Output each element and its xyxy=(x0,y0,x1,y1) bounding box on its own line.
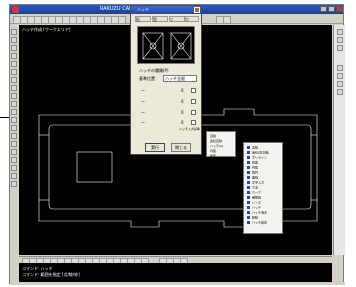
menu-item[interactable]: 矩形 xyxy=(210,154,216,158)
row-value[interactable]: 0 xyxy=(181,110,184,115)
panel-tool-icon[interactable] xyxy=(337,65,343,71)
minimize-button[interactable] xyxy=(320,6,327,12)
menu-item[interactable]: 直線 xyxy=(210,134,216,138)
panel-tool-icon[interactable] xyxy=(337,73,343,79)
hatch-icon[interactable] xyxy=(11,85,17,91)
extend-icon[interactable] xyxy=(11,117,17,123)
submenu-item[interactable]: レンズ xyxy=(247,201,283,205)
row-value[interactable]: 0 xyxy=(181,88,184,93)
panel-tool-icon[interactable] xyxy=(337,89,343,95)
copy-icon[interactable] xyxy=(11,133,17,139)
erase-icon[interactable] xyxy=(11,165,17,171)
submenu-item[interactable]: 連続(直交無) xyxy=(247,151,283,155)
line-button[interactable] xyxy=(118,16,126,24)
extra-option[interactable]: ハッチ入力基準 xyxy=(179,127,200,131)
dialog-title: ハッチ xyxy=(131,6,201,14)
right-panel xyxy=(333,25,345,255)
panel-tool-icon[interactable] xyxy=(337,81,343,87)
submenu-item[interactable]: ハッチ xyxy=(247,206,283,210)
rect-icon[interactable] xyxy=(11,61,17,67)
help-button[interactable] xyxy=(223,16,231,24)
tab-shape[interactable]: 形 xyxy=(135,16,151,22)
row-label: ー xyxy=(141,88,145,93)
submenu: 直線 連続(直交無) ポリライン 四角 円弧 楕円 曲線 文字入力 寸法 カーブ… xyxy=(243,142,283,234)
layer-icon[interactable] xyxy=(11,181,17,187)
submenu-item[interactable]: ハッチ消去 xyxy=(247,211,283,215)
trim-icon[interactable] xyxy=(11,109,17,115)
dialog-close-button[interactable] xyxy=(194,7,200,13)
submenu-item[interactable]: 四角 xyxy=(247,161,283,165)
row-value[interactable]: 0 xyxy=(181,120,184,125)
row-checkbox[interactable] xyxy=(191,110,196,115)
circle-icon[interactable] xyxy=(11,45,17,51)
row-value[interactable]: 0 xyxy=(181,99,184,104)
maximize-button[interactable] xyxy=(328,6,335,12)
submenu-item[interactable]: カーブ xyxy=(247,191,283,195)
submenu-item[interactable]: 曲線 xyxy=(247,176,283,180)
submenu-item[interactable]: 楕円 xyxy=(247,171,283,175)
rotate-icon[interactable] xyxy=(11,141,17,147)
window-title: RAKUZU CAD xyxy=(100,6,133,12)
type-select[interactable]: ハッチ全般 xyxy=(163,75,197,82)
submenu-item[interactable]: 円弧 xyxy=(247,166,283,170)
menu-item[interactable]: 連続直線 xyxy=(210,139,222,143)
status-bar xyxy=(10,282,345,285)
ok-button[interactable]: 実行 xyxy=(145,143,165,152)
fillet-icon[interactable] xyxy=(11,93,17,99)
arc-icon[interactable] xyxy=(11,53,17,59)
cutout-rect xyxy=(76,151,113,183)
line-icon[interactable] xyxy=(11,37,17,43)
close-button[interactable] xyxy=(336,6,343,12)
dimension-icon[interactable] xyxy=(11,77,17,83)
command-area[interactable]: コマンド: ハッチ コマンド: 範囲を指定 [点/線/枠] xyxy=(19,263,332,282)
move-icon[interactable] xyxy=(11,125,17,131)
app-logo-icon xyxy=(12,6,19,13)
row-label: ー xyxy=(141,99,145,104)
text-icon[interactable] xyxy=(11,69,17,75)
context-menu: 直線 連続直線 ハッチ(A) 円弧 矩形 xyxy=(206,131,236,158)
submenu-item[interactable]: 寸法 xyxy=(247,186,283,190)
mirror-icon[interactable] xyxy=(11,149,17,155)
submenu-item[interactable]: 直線 xyxy=(247,146,283,150)
preview-svg xyxy=(142,32,192,60)
submenu-item[interactable]: ポリライン xyxy=(247,156,283,160)
submenu-item[interactable]: 補助線 xyxy=(247,196,283,200)
submenu-item[interactable]: 文字入力 xyxy=(247,181,283,185)
section-label: ハッチの種類(P) xyxy=(139,68,169,73)
type-label: 基準位置 xyxy=(139,76,155,81)
submenu-item[interactable]: ハッチ設定 xyxy=(247,221,283,225)
measure-icon[interactable] xyxy=(11,173,17,179)
submenu-item[interactable]: 移動 xyxy=(247,216,283,220)
cancel-button[interactable]: 閉じる xyxy=(171,143,191,152)
menu-item[interactable]: ハッチ(A) xyxy=(210,144,223,148)
row-checkbox[interactable] xyxy=(191,99,196,104)
command-toolbar xyxy=(19,256,332,266)
panel-tool-icon[interactable] xyxy=(337,45,343,51)
hatch-dialog: ハッチ 形 型 ▽ ▽ ハッチの種類(P) 基準位置 ハッチ全般 ー 0 ー 0… xyxy=(130,5,202,155)
tab-option-b[interactable]: ▽ xyxy=(185,16,199,22)
tab-option-a[interactable]: ▽ xyxy=(169,16,185,22)
hatch-preview xyxy=(137,26,195,64)
row-label: ー xyxy=(141,110,145,115)
tab-type[interactable]: 型 xyxy=(152,16,168,22)
panel-tool-icon[interactable] xyxy=(337,37,343,43)
scale-icon[interactable] xyxy=(11,157,17,163)
left-toolbar xyxy=(10,25,18,255)
command-line-2: コマンド: 範囲を指定 [点/線/枠] xyxy=(22,272,80,277)
select-icon[interactable] xyxy=(11,29,17,35)
menu-item[interactable]: 円弧 xyxy=(210,149,216,153)
row-label: ー xyxy=(141,120,145,125)
row-checkbox[interactable] xyxy=(191,120,196,125)
offset-icon[interactable] xyxy=(11,101,17,107)
panel-tool-icon[interactable] xyxy=(337,29,343,35)
row-checkbox[interactable] xyxy=(191,88,196,93)
